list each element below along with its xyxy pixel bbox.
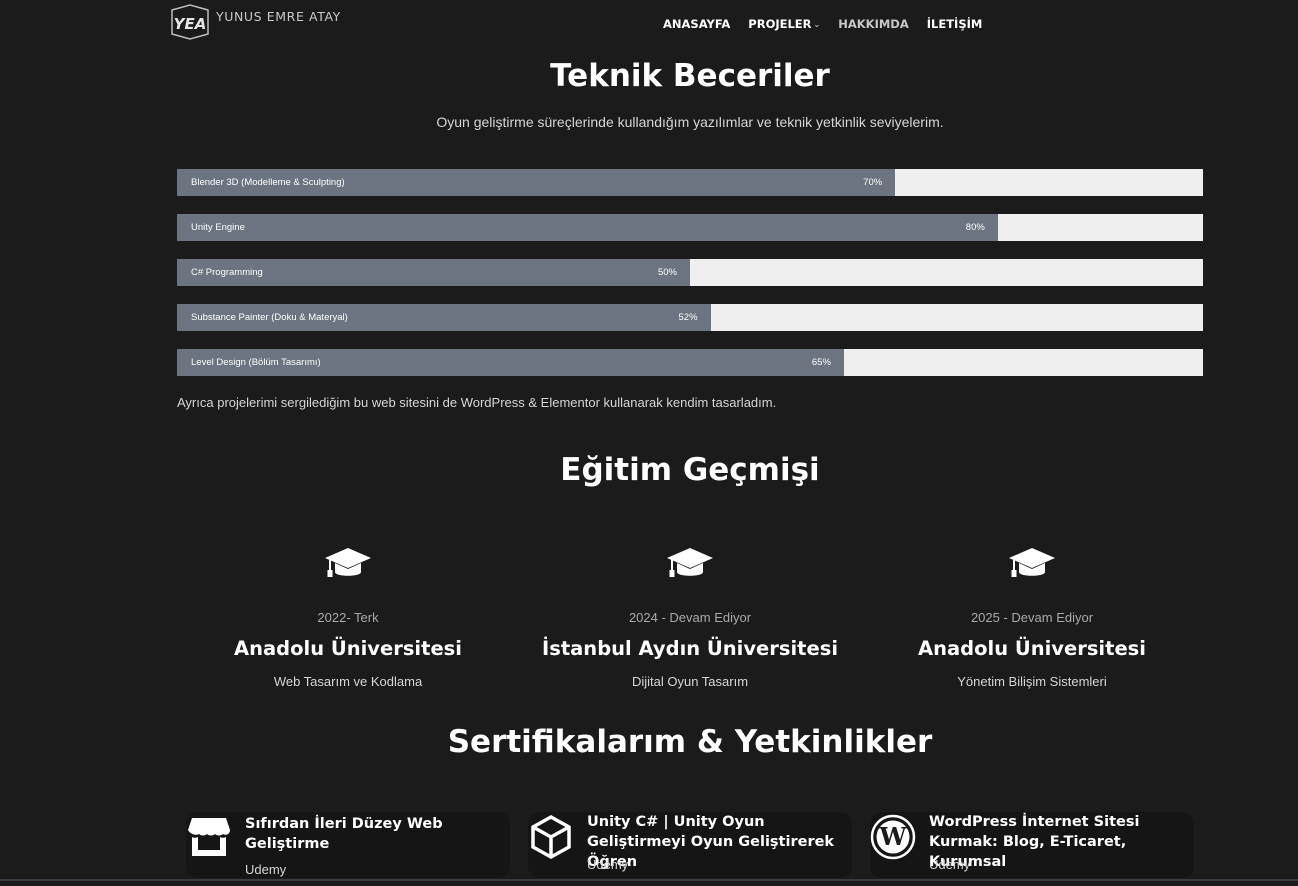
skill-bar-label: Level Design (Bölüm Tasarımı) (191, 357, 321, 368)
nav-projects-label: PROJELER (748, 17, 812, 31)
graduation-cap-icon (325, 548, 371, 577)
unity-icon (531, 814, 571, 860)
certificates-title: Sertifikalarım & Yetkinlikler (447, 724, 933, 760)
certificate-card[interactable]: W WordPress İnternet Sitesi Kurmak: Blog… (870, 812, 1194, 878)
education-title: Eğitim Geçmişi (560, 452, 820, 488)
skill-bar-label: Blender 3D (Modelleme & Sculpting) (191, 177, 345, 188)
education-department: Dijital Oyun Tasarım (631, 674, 749, 689)
main-nav: ANASAYFA PROJELER ⌄ HAKKIMDA İLETİŞİM (663, 17, 1000, 31)
skills-note: Ayrıca projelerimi sergilediğim bu web s… (177, 395, 777, 410)
education-department: Yönetim Bilişim Sistemleri (957, 674, 1107, 689)
graduation-cap-icon (667, 548, 713, 577)
certificate-card[interactable]: Sıfırdan İleri Düzey Web Geliştirme Udem… (186, 812, 510, 878)
svg-text:YEA: YEA (174, 15, 207, 33)
skill-bar-fill (177, 214, 998, 241)
site-header: YEA YUNUS EMRE ATAY ANASAYFA PROJELER ⌄ H… (0, 0, 1298, 50)
chevron-down-icon: ⌄ (813, 19, 821, 29)
education-item: 2022- Terk Anadolu Üniversitesi Web Tasa… (177, 540, 519, 689)
skills-title: Teknik Beceriler (550, 58, 830, 94)
site-logo[interactable]: YEA YUNUS EMRE ATAY (168, 4, 341, 40)
skill-bar: Level Design (Bölüm Tasarımı) 65% (177, 349, 1203, 376)
bottom-border (0, 879, 1298, 881)
skills-subtitle: Oyun geliştirme süreçlerinde kullandığım… (436, 114, 944, 130)
skill-bar-percent: 50% (657, 267, 677, 278)
education-year: 2024 - Devam Ediyor (628, 610, 752, 625)
skill-bar: C# Programming 50% (177, 259, 1203, 286)
skill-bar-label: Unity Engine (191, 222, 245, 233)
skill-bar: Unity Engine 80% (177, 214, 1203, 241)
education-school: Anadolu Üniversitesi (918, 637, 1146, 660)
certificate-name: Sıfırdan İleri Düzey Web Geliştirme (245, 816, 443, 852)
nav-projects[interactable]: PROJELER ⌄ (748, 17, 820, 31)
certificate-card[interactable]: Unity C# | Unity Oyun Geliştirmeyi Oyun … (528, 812, 852, 878)
skill-bar-label: C# Programming (191, 267, 263, 278)
skill-bars: Blender 3D (Modelleme & Sculpting) 70% U… (177, 169, 1203, 394)
certificate-source: Udemy (929, 857, 971, 872)
skill-bar-label: Substance Painter (Doku & Materyal) (191, 312, 348, 323)
yea-logo-icon: YEA (171, 4, 209, 40)
education-department: Web Tasarım ve Kodlama (273, 674, 423, 689)
graduation-cap-icon (1009, 548, 1055, 577)
education-year: 2025 - Devam Ediyor (970, 610, 1094, 625)
skill-bar: Blender 3D (Modelleme & Sculpting) 70% (177, 169, 1203, 196)
certificate-source: Udemy (587, 857, 629, 872)
skill-bar-percent: 65% (811, 357, 831, 368)
nav-home[interactable]: ANASAYFA (663, 17, 730, 31)
wordpress-icon: W (870, 814, 916, 860)
education-school: İstanbul Aydın Üniversitesi (541, 637, 839, 660)
skill-bar-percent: 80% (965, 222, 985, 233)
certificates-list: Sıfırdan İleri Düzey Web Geliştirme Udem… (186, 812, 1196, 886)
nav-about[interactable]: HAKKIMDA (838, 17, 909, 31)
skill-bar-percent: 52% (678, 312, 698, 323)
skill-bar-percent: 70% (863, 177, 883, 188)
skill-bar: Substance Painter (Doku & Materyal) 52% (177, 304, 1203, 331)
certificate-source: Udemy (245, 862, 287, 877)
education-year: 2022- Terk (317, 610, 379, 625)
store-icon (188, 818, 230, 856)
education-item: 2025 - Devam Ediyor Anadolu Üniversitesi… (861, 540, 1203, 689)
nav-contact[interactable]: İLETİŞİM (927, 17, 983, 31)
svg-text:W: W (879, 822, 908, 851)
logo-text: YUNUS EMRE ATAY (216, 8, 341, 24)
education-school: Anadolu Üniversitesi (234, 637, 462, 660)
education-list: 2022- Terk Anadolu Üniversitesi Web Tasa… (177, 540, 1203, 700)
education-item: 2024 - Devam Ediyor İstanbul Aydın Ünive… (519, 540, 861, 689)
